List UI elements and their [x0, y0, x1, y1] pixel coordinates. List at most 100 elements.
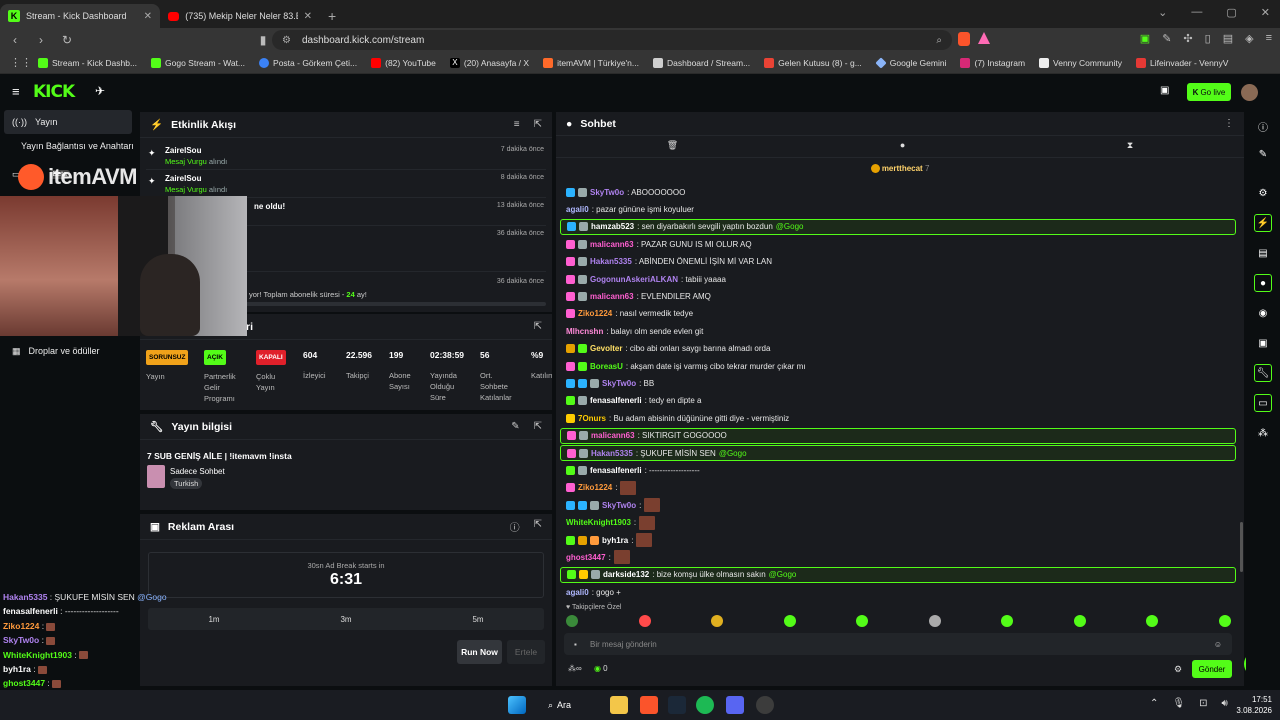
chat-icon[interactable]: ●	[900, 140, 905, 157]
bookmark-item[interactable]: Google Gemini	[875, 56, 946, 69]
filter-icon[interactable]: ≡	[514, 119, 520, 130]
clock[interactable]: 17:51 3.08.2026	[1232, 694, 1272, 716]
share-icon[interactable]: ⁂	[1254, 424, 1272, 442]
emote-shortcut-icon[interactable]	[928, 615, 941, 627]
chat-message[interactable]: fenasalfenerli: -------------------	[560, 462, 1236, 478]
bookmark-icon[interactable]: ▮	[256, 33, 270, 47]
chat-username[interactable]: SkyTw0o	[590, 188, 624, 197]
chat-message[interactable]: fenasalfenerli: tedy en dipte a	[560, 393, 1236, 409]
sidebar-item-drops[interactable]: ▦ Droplar ve ödüller	[4, 339, 132, 363]
snooze-button[interactable]: Ertele	[507, 640, 545, 664]
emote-shortcut-icon[interactable]	[1001, 615, 1013, 627]
chat-message[interactable]: SkyTw0o: ABOOOOOOO	[560, 184, 1236, 200]
wrench-icon[interactable]: 🔧︎	[1254, 364, 1272, 382]
settings-icon[interactable]: ⚙	[1174, 664, 1182, 675]
brave-browser-icon[interactable]	[640, 696, 658, 714]
theater-mode-icon[interactable]: ▣	[1160, 85, 1169, 96]
chat-username[interactable]: malicann63	[591, 431, 635, 440]
chat-message[interactable]: byh1ra:	[560, 532, 1236, 548]
kick-logo[interactable]: KICK	[33, 82, 75, 102]
chat-message[interactable]: malicann63: EVLENDILER AMQ	[560, 288, 1236, 304]
microphone-icon[interactable]: 🎙︎	[1172, 698, 1185, 709]
file-explorer-icon[interactable]	[610, 696, 628, 714]
tab-kick-dashboard[interactable]: K Stream - Kick Dashboard ✕	[0, 4, 160, 28]
chat-message[interactable]: BoreasU: akşam date işi varmış cibo tekr…	[560, 358, 1236, 374]
chat-username[interactable]: malicann63	[590, 240, 634, 249]
chat-message[interactable]: SkyTw0o: BB	[560, 375, 1236, 391]
bookmark-item[interactable]: itemAVM | Türkiye'n...	[543, 57, 639, 68]
chat-username[interactable]: 7Onurs	[578, 414, 606, 423]
duration-option-5m[interactable]: 5m	[472, 615, 483, 624]
kick-extension-icon[interactable]: ▣	[1140, 32, 1150, 45]
chat-username[interactable]: agali0	[566, 588, 589, 597]
popout-icon[interactable]: ⇱	[534, 519, 542, 534]
info-icon[interactable]: ⓘ	[510, 519, 520, 534]
chat-message[interactable]: Hakan5335: ŞUKUFE MİSİN SEN @Gogo	[560, 445, 1236, 461]
info-icon[interactable]: ⓘ	[1254, 117, 1272, 135]
edit-icon[interactable]: ✎	[1254, 145, 1272, 163]
scrollbar[interactable]	[1240, 522, 1243, 572]
popout-icon[interactable]: ⇱	[534, 119, 542, 130]
close-tab-icon[interactable]: ✕	[304, 11, 312, 22]
chat-message[interactable]: Hakan5335: ABİNDEN ÖNEMLİ İŞİN Mİ VAR LA…	[560, 254, 1236, 270]
edit-icon[interactable]: ✎	[511, 421, 519, 432]
bookmark-item[interactable]: X (20) Anasayfa / X	[449, 57, 529, 68]
site-info-icon[interactable]: ⚙	[282, 35, 291, 46]
volume-icon[interactable]: 🔊︎	[1221, 698, 1227, 709]
run-now-button[interactable]: Run Now	[457, 640, 502, 664]
more-options-icon[interactable]: ⋮	[1224, 118, 1234, 129]
duration-option-3m[interactable]: 3m	[340, 615, 351, 624]
chat-message[interactable]: 7Onurs: Bu adam abisinin düğününe gitti …	[560, 410, 1236, 426]
chat-message[interactable]: malicann63: SIKTIRGIT GOGOOOO	[560, 427, 1236, 444]
url-input[interactable]: ⚙ dashboard.kick.com/stream ⌕	[272, 30, 952, 50]
chat-mention[interactable]: @Gogo	[769, 570, 797, 579]
chat-message[interactable]: WhiteKnight1903:	[560, 515, 1236, 531]
chat-username[interactable]: SkyTw0o	[602, 379, 636, 388]
chat-icon[interactable]: ●	[1254, 274, 1272, 292]
chat-message[interactable]: ghost3447:	[560, 549, 1236, 565]
chat-message[interactable]: agali0: pazar gününe işmi koyuluer	[560, 201, 1236, 217]
network-icon[interactable]: ⊡	[1199, 698, 1207, 709]
tv-icon[interactable]: ▭	[1254, 394, 1272, 412]
bookmark-item[interactable]: (82) YouTube	[371, 57, 436, 68]
points-icon[interactable]: ⁂∞	[568, 664, 582, 673]
emote-shortcut-icon[interactable]	[1218, 615, 1231, 627]
apps-icon[interactable]: ⋮⋮	[10, 56, 32, 69]
emote-shortcut-icon[interactable]	[1146, 615, 1158, 627]
tab-list-icon[interactable]: ⌄	[1158, 6, 1167, 19]
chat-mention[interactable]: @Gogo	[719, 449, 747, 458]
emote-shortcut-icon[interactable]	[711, 615, 723, 627]
bookmark-item[interactable]: (7) Instagram	[960, 57, 1025, 68]
broadcast-icon[interactable]: ◉	[1254, 304, 1272, 322]
steam-icon[interactable]	[668, 696, 686, 714]
chat-username[interactable]: ghost3447	[566, 553, 606, 562]
windows-start-icon[interactable]	[508, 696, 526, 714]
chat-username[interactable]: fenasalfenerli	[590, 396, 642, 405]
emote-shortcut-icon[interactable]	[638, 615, 651, 627]
zoom-icon[interactable]: ⌕	[936, 35, 942, 46]
sidebar-item-stream-key[interactable]: Yayın Bağlantısı ve Anahtarı	[4, 134, 134, 158]
chat-username[interactable]: fenasalfenerli	[590, 466, 642, 475]
pinned-user[interactable]: mertthecat	[882, 164, 923, 173]
minimize-icon[interactable]: —	[1191, 6, 1202, 19]
sidebar-icon[interactable]: ▯	[1205, 32, 1211, 45]
spotify-icon[interactable]	[696, 696, 714, 714]
back-icon[interactable]: ‹	[8, 33, 22, 47]
avatar[interactable]	[1241, 84, 1258, 101]
menu-icon[interactable]: ≡	[1266, 32, 1272, 45]
obs-icon[interactable]	[756, 696, 774, 714]
lightning-icon[interactable]: ⚡	[1254, 214, 1272, 232]
chat-username[interactable]: BoreasU	[590, 362, 623, 371]
close-tab-icon[interactable]: ✕	[144, 11, 152, 22]
tab-youtube[interactable]: (735) Mekip Neler Neler 83.Bölüm Ir... ✕	[160, 4, 320, 28]
emote-shortcut-icon[interactable]	[856, 615, 868, 627]
chevron-up-icon[interactable]: ⌃	[1150, 698, 1158, 709]
chat-message[interactable]: GogonunAskeriALKAN: tabiii yaaaa	[560, 271, 1236, 287]
send-button[interactable]: Gönder	[1192, 660, 1232, 678]
vpn-icon[interactable]: ◈	[1245, 32, 1253, 45]
pin-icon[interactable]: ✈	[95, 84, 105, 98]
bookmark-item[interactable]: Gelen Kutusu (8) - g...	[764, 57, 862, 68]
reload-icon[interactable]: ↻	[60, 33, 74, 47]
chat-message[interactable]: SkyTw0o:	[560, 497, 1236, 513]
bookmark-item[interactable]: Lifeinvader - VennyV	[1136, 57, 1228, 68]
